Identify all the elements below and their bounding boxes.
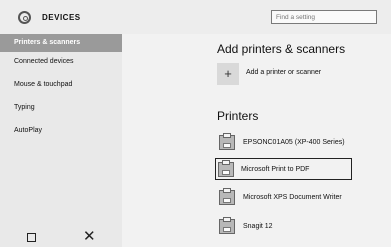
printers-heading: Printers: [217, 109, 259, 123]
sidebar-item-printers-scanners[interactable]: Printers & scanners: [0, 34, 122, 52]
sidebar-item-label: Printers & scanners: [14, 39, 81, 46]
sidebar-item-label: Mouse & touchpad: [14, 81, 73, 88]
printer-name: EPSONC01A05 (XP-400 Series): [243, 139, 345, 146]
close-icon[interactable]: ✕: [83, 229, 96, 244]
sidebar-item-typing[interactable]: Typing: [0, 99, 122, 117]
add-printers-heading: Add printers & scanners: [217, 42, 346, 56]
printer-name: Microsoft XPS Document Writer: [243, 194, 342, 201]
title-bar: DEVICES: [0, 0, 391, 34]
search-input[interactable]: [271, 10, 377, 24]
main-content: Add printers & scanners + Add a printer …: [122, 34, 391, 247]
printer-item-selected[interactable]: Microsoft Print to PDF: [215, 158, 352, 180]
sidebar-item-label: Connected devices: [14, 58, 74, 65]
sidebar-item-label: AutoPlay: [14, 127, 43, 134]
printer-icon: [218, 160, 234, 177]
plus-icon: +: [217, 63, 239, 85]
printer-item[interactable]: Microsoft XPS Document Writer: [217, 187, 377, 209]
sidebar-item-label: Typing: [14, 104, 35, 111]
sidebar: Printers & scanners Connected devices Mo…: [0, 34, 122, 247]
sidebar-item-autoplay[interactable]: AutoPlay: [0, 122, 122, 140]
minimize-icon[interactable]: [27, 233, 36, 242]
printer-icon: [219, 188, 235, 205]
add-printer-label: Add a printer or scanner: [246, 69, 322, 76]
printer-icon: [219, 133, 235, 150]
printer-item[interactable]: Snagit 12: [217, 216, 377, 238]
sidebar-item-mouse-touchpad[interactable]: Mouse & touchpad: [0, 76, 122, 94]
printer-name: Snagit 12: [243, 223, 273, 230]
sidebar-item-connected-devices[interactable]: Connected devices: [0, 53, 122, 71]
page-title: DEVICES: [42, 13, 81, 22]
printer-icon: [219, 217, 235, 234]
gear-icon[interactable]: [18, 11, 31, 24]
printer-item[interactable]: EPSONC01A05 (XP-400 Series): [217, 132, 377, 154]
printer-name: Microsoft Print to PDF: [241, 166, 310, 173]
add-printer-button[interactable]: + Add a printer or scanner: [217, 63, 377, 87]
